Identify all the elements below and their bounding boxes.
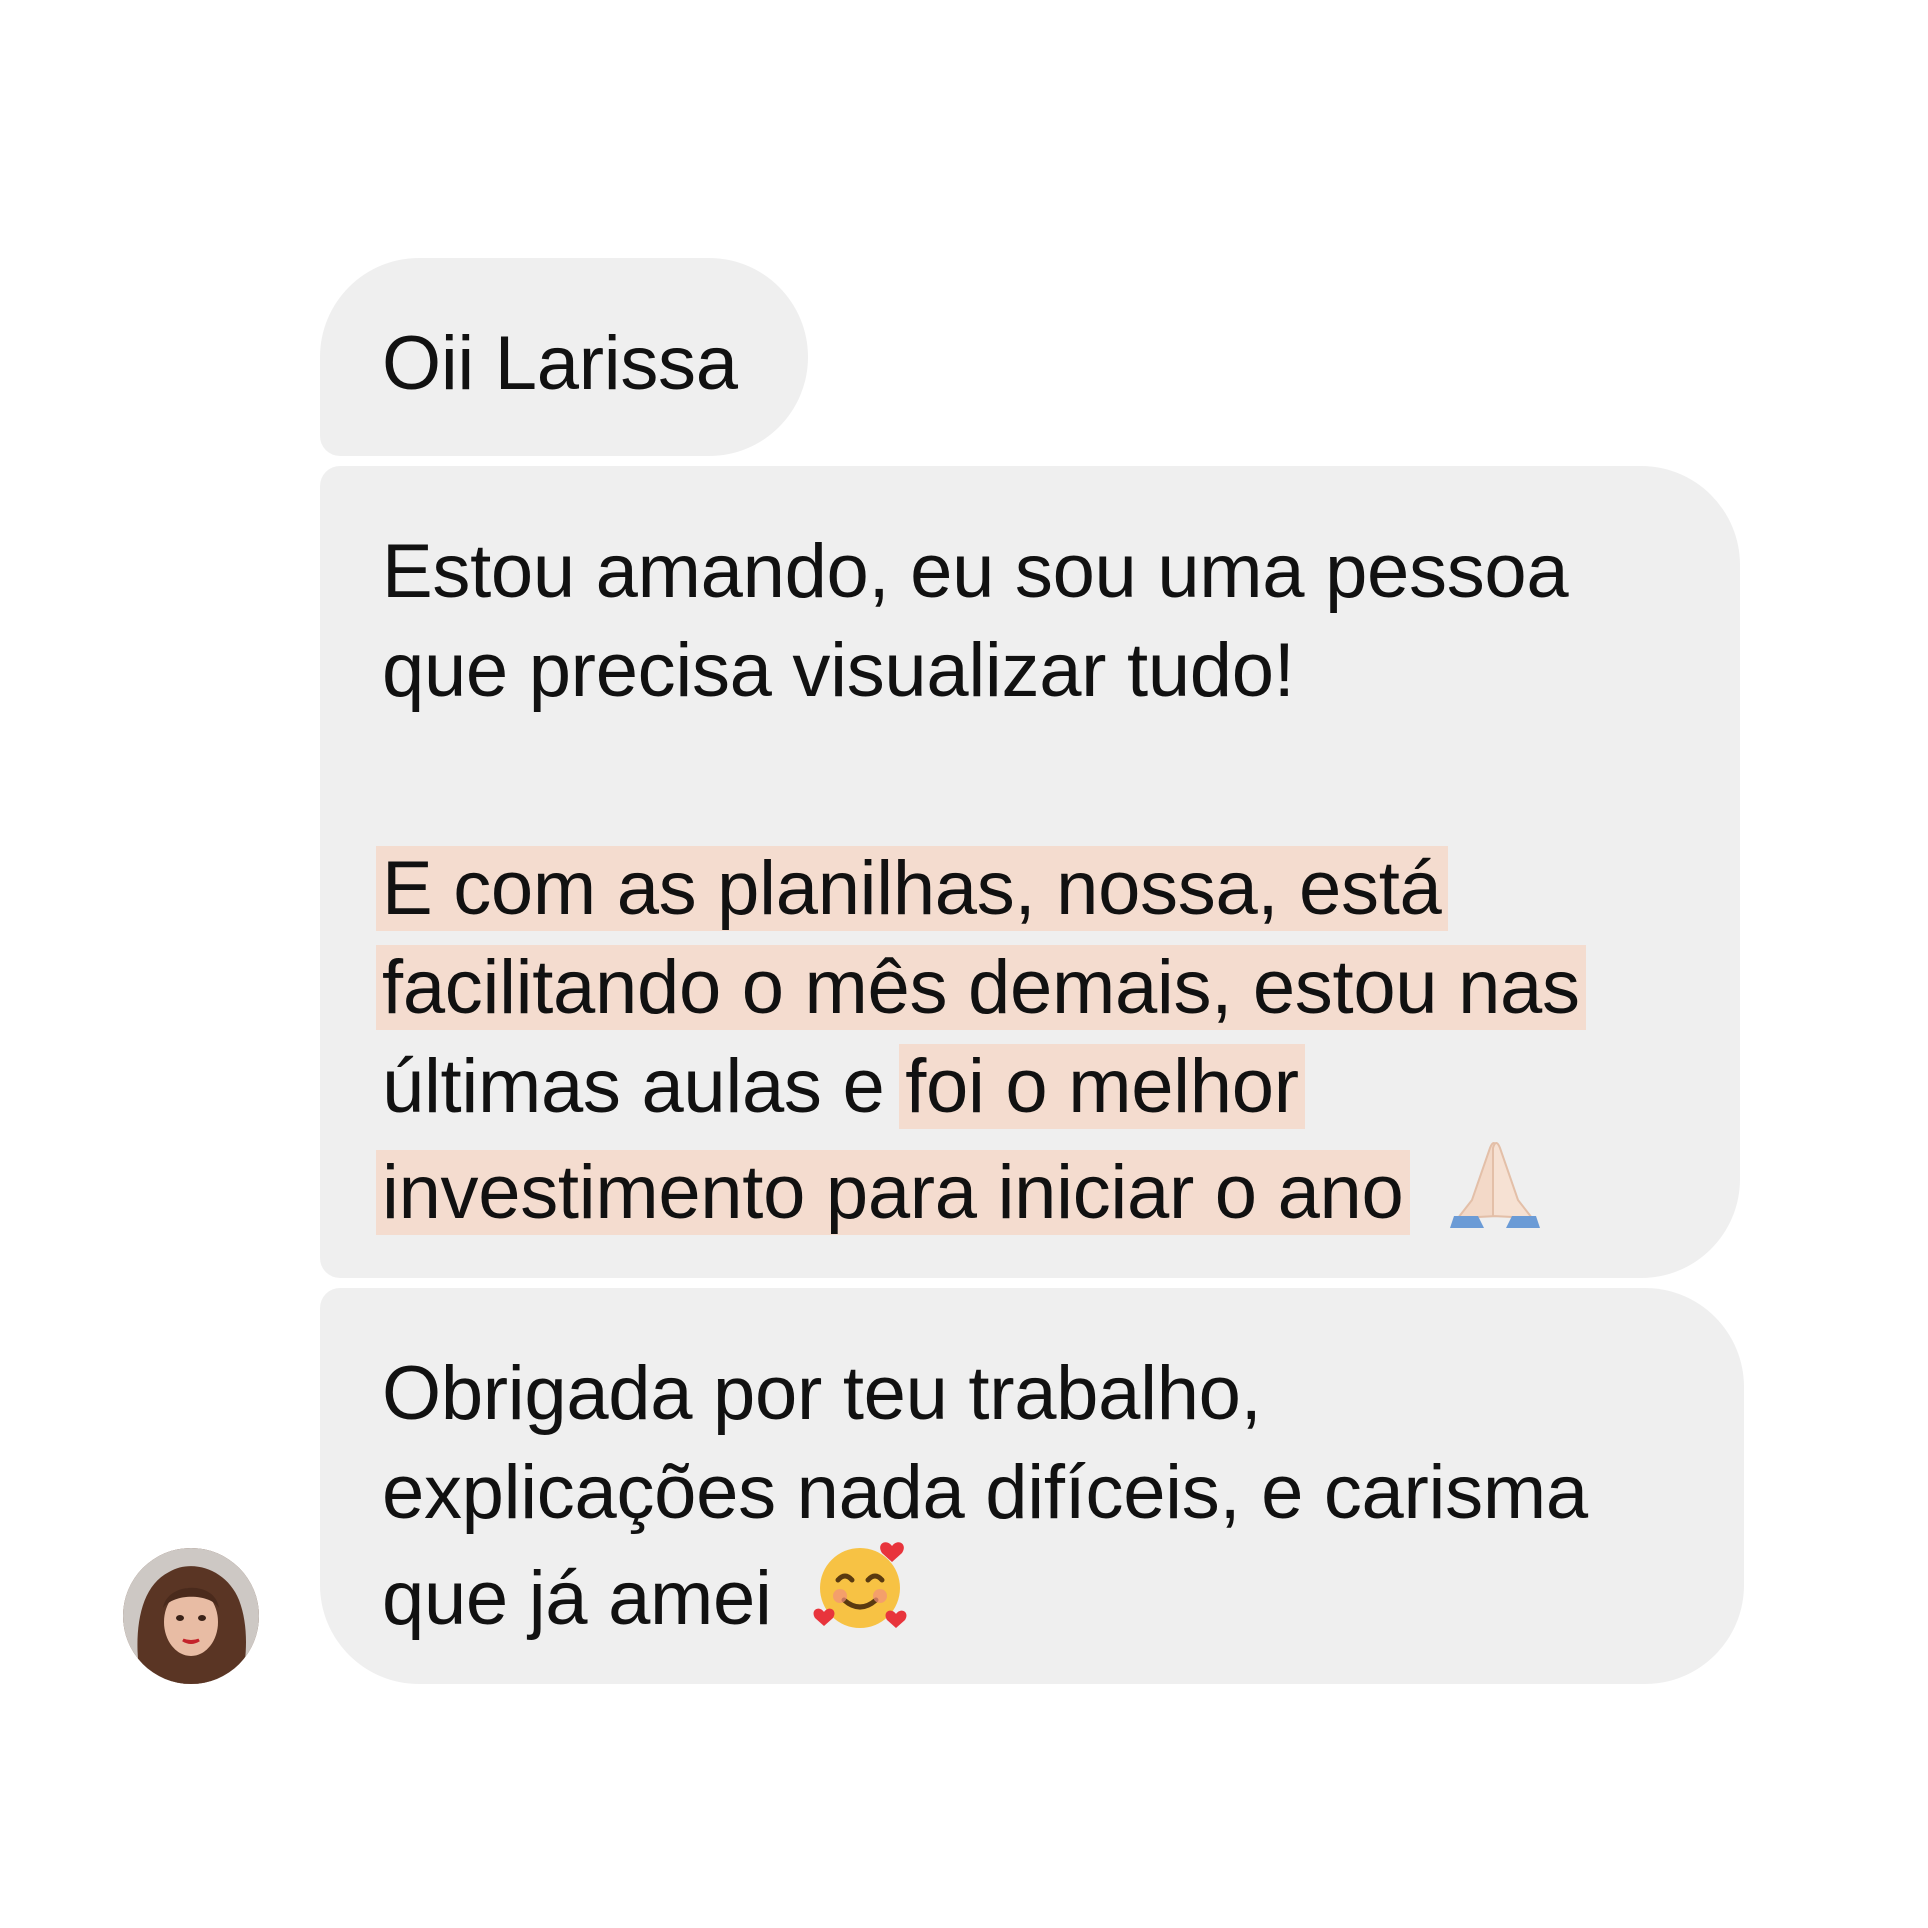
- message-line: explicações nada difíceis, e carisma: [382, 1443, 1744, 1542]
- message-line: Obrigada por teu trabalho,: [382, 1344, 1744, 1443]
- message-line: Oii Larissa: [382, 314, 808, 413]
- folded-hands-icon: [1444, 1130, 1546, 1254]
- highlighted-text: E com as planilhas, nossa, está: [376, 846, 1448, 931]
- message-line: facilitando o mês demais, estou nas: [376, 938, 1740, 1037]
- message-text: Oii Larissa: [382, 321, 738, 406]
- message-line: que já amei: [382, 1542, 1744, 1641]
- message-line: investimento para iniciar o ano: [376, 1136, 1740, 1236]
- highlighted-text: facilitando o mês demais, estou nas: [376, 945, 1586, 1030]
- message-text: Estou amando, eu sou uma pessoa: [382, 529, 1569, 614]
- message-text: Obrigada por teu trabalho,: [382, 1351, 1262, 1436]
- message-text: últimas aulas e: [382, 1044, 906, 1129]
- message-text: que já amei: [382, 1556, 772, 1642]
- message-line: Estou amando, eu sou uma pessoa: [382, 522, 1740, 621]
- message-bubble[interactable]: Estou amando, eu sou uma pessoa que prec…: [320, 466, 1740, 1278]
- avatar[interactable]: [123, 1548, 259, 1684]
- message-line: que precisa visualizar tudo!: [382, 621, 1740, 720]
- smiling-face-with-hearts-icon: [812, 1536, 912, 1660]
- message-line: E com as planilhas, nossa, está: [376, 839, 1740, 938]
- highlighted-text: investimento para iniciar o ano: [376, 1150, 1410, 1236]
- message-text: explicações nada difíceis, e carisma: [382, 1450, 1588, 1535]
- message-bubble[interactable]: Oii Larissa: [320, 258, 808, 456]
- message-line: últimas aulas e foi o melhor: [382, 1037, 1740, 1136]
- message-text: que precisa visualizar tudo!: [382, 628, 1295, 713]
- message-bubble[interactable]: Obrigada por teu trabalho, explicações n…: [320, 1288, 1744, 1684]
- highlighted-text: foi o melhor: [899, 1044, 1305, 1129]
- chat-thread: Oii Larissa Estou amando, eu sou uma pes…: [0, 0, 1928, 1928]
